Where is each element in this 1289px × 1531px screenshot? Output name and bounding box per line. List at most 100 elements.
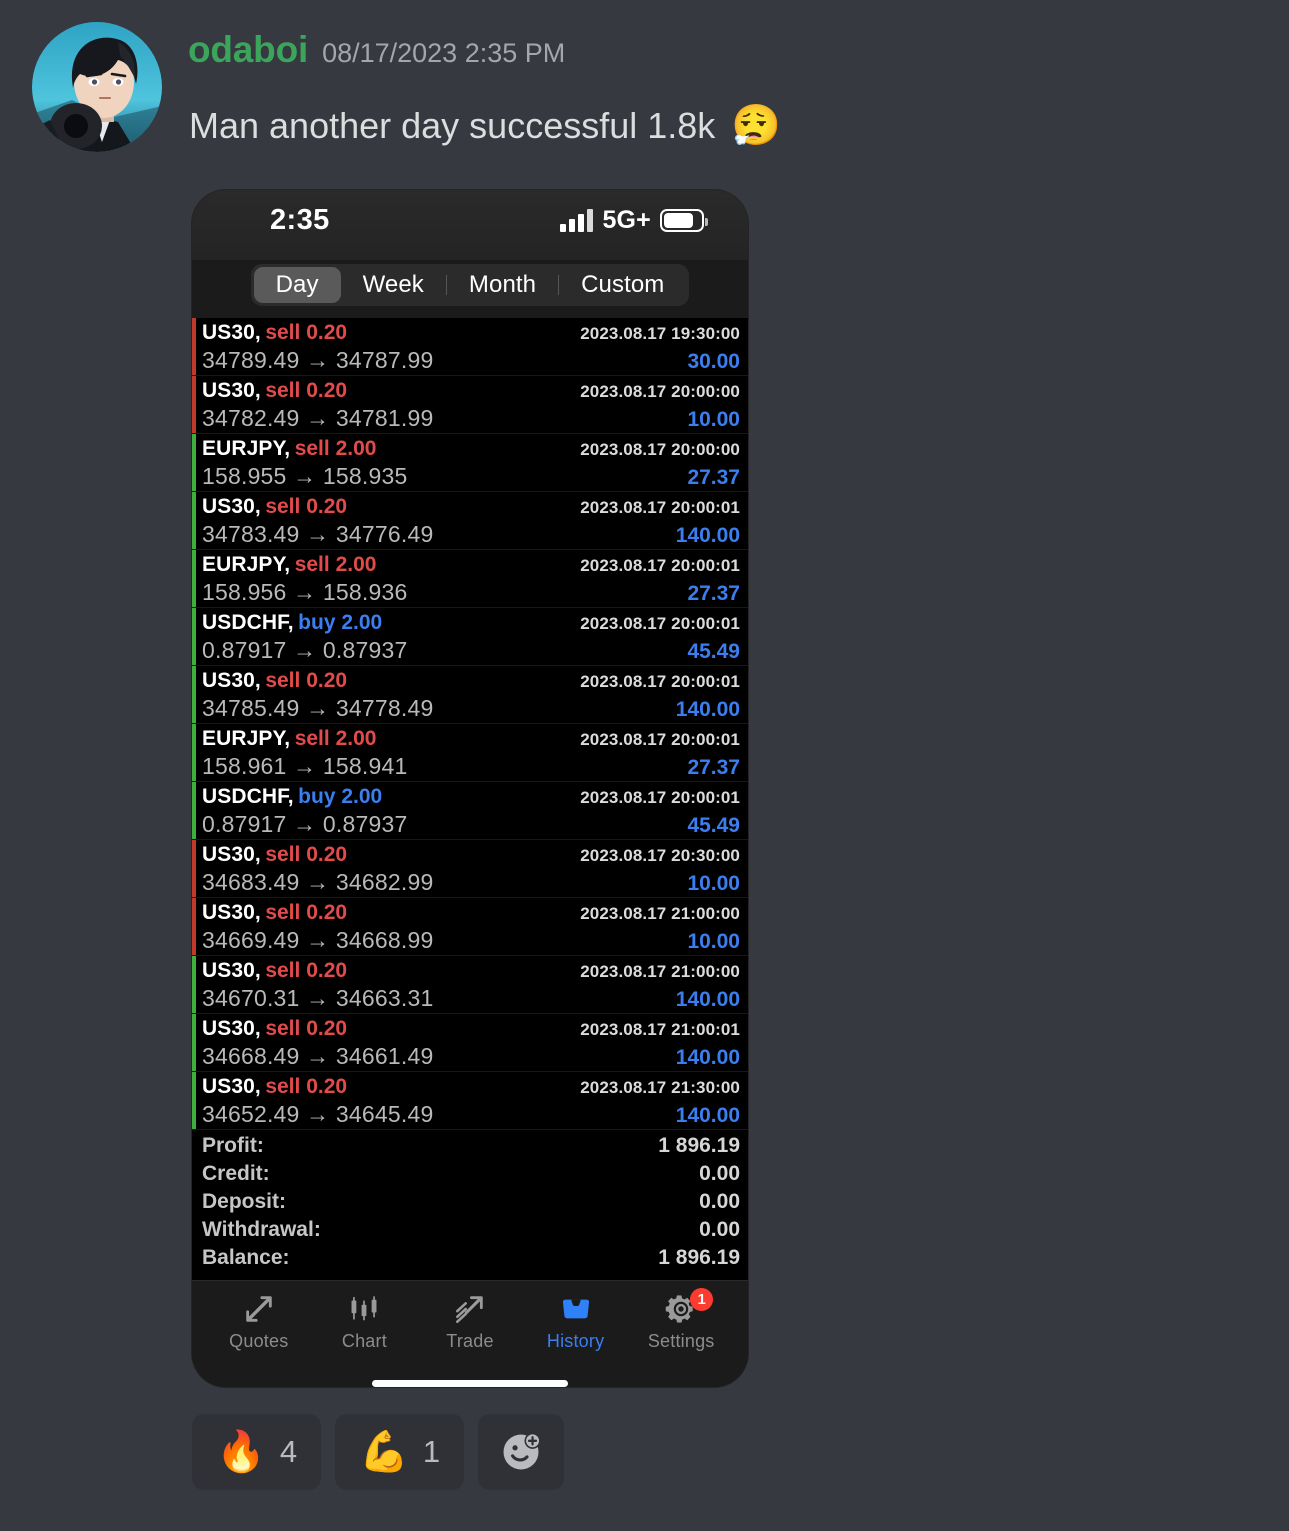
trade-action: buy 2.00	[298, 785, 383, 808]
trade-profit: 10.00	[687, 930, 740, 953]
summary-value: 1 896.19	[658, 1246, 740, 1269]
trade-row[interactable]: US30, sell 0.20 2023.08.17 21:00:00 34670.…	[192, 956, 748, 1014]
flexed-biceps-icon: 💪	[359, 1430, 409, 1474]
battery-icon	[660, 209, 708, 232]
trade-time: 2023.08.17 21:00:01	[580, 1020, 740, 1039]
tab-settings[interactable]: Settings 1	[635, 1287, 727, 1352]
home-indicator-area	[192, 1362, 748, 1387]
segment-month[interactable]: Month	[447, 267, 558, 303]
trade-profit: 140.00	[675, 1046, 740, 1069]
tab-history[interactable]: History	[530, 1292, 622, 1352]
trade-row[interactable]: US30, sell 0.20 2023.08.17 19:30:00 34789.…	[192, 318, 748, 376]
trade-action: sell 0.20	[265, 495, 348, 518]
face-exhaling-emoji: 😮‍💨	[731, 104, 782, 148]
trade-symbol: US30,	[202, 959, 261, 982]
trade-symbol: US30,	[202, 669, 261, 692]
trade-row[interactable]: US30, sell 0.20 2023.08.17 20:00:01 34783.…	[192, 492, 748, 550]
period-filter-bar: Day Week Month Custom	[192, 260, 748, 318]
trade-row[interactable]: US30, sell 0.20 2023.08.17 20:30:00 34683.…	[192, 840, 748, 898]
status-bar-indicators: 5G+	[560, 206, 708, 235]
trade-prices: 0.87917 → 0.87937	[202, 637, 408, 663]
username[interactable]: odaboi	[188, 28, 308, 72]
trade-row[interactable]: US30, sell 0.20 2023.08.17 21:00:01 34668.…	[192, 1014, 748, 1072]
trade-row[interactable]: EURJPY, sell 2.00 2023.08.17 20:00:01 158.…	[192, 550, 748, 608]
segmented-control[interactable]: Day Week Month Custom	[250, 264, 690, 306]
message-text-row: Man another day successful 1.8k 😮‍💨	[189, 98, 781, 154]
network-type-label: 5G+	[602, 206, 651, 234]
summary-row: Profit: 1 896.19	[202, 1134, 740, 1162]
reaction-fire[interactable]: 🔥 4	[192, 1414, 322, 1490]
trade-prices: 34789.49 → 34787.99	[202, 347, 434, 373]
summary-label: Deposit:	[202, 1190, 286, 1213]
trade-prices: 34783.49 → 34776.49	[202, 521, 434, 547]
trade-action: sell 0.20	[265, 959, 348, 982]
tab-label: Quotes	[229, 1330, 289, 1351]
tab-trade[interactable]: Trade	[424, 1292, 516, 1352]
trade-profit: 27.37	[687, 466, 740, 489]
reaction-flexed-biceps[interactable]: 💪 1	[335, 1414, 465, 1490]
trade-symbol: US30,	[202, 1017, 261, 1040]
trade-row[interactable]: US30, sell 0.20 2023.08.17 21:00:00 34669.…	[192, 898, 748, 956]
trade-row[interactable]: US30, sell 0.20 2023.08.17 20:00:00 34782.…	[192, 376, 748, 434]
trend-arrow-icon	[453, 1292, 487, 1326]
trade-time: 2023.08.17 20:00:01	[580, 672, 740, 691]
trade-time: 2023.08.17 20:00:01	[580, 498, 740, 517]
avatar[interactable]	[32, 22, 162, 152]
notification-badge: 1	[690, 1287, 714, 1311]
trade-row[interactable]: EURJPY, sell 2.00 2023.08.17 20:00:00 158.…	[192, 434, 748, 492]
trade-profit: 10.00	[687, 872, 740, 895]
summary-row: Balance: 1 896.19	[202, 1246, 740, 1274]
summary-value: 0.00	[699, 1218, 740, 1241]
summary-row: Withdrawal: 0.00	[202, 1218, 740, 1246]
tab-chart[interactable]: Chart	[318, 1292, 410, 1352]
trade-symbol: USDCHF,	[202, 611, 294, 634]
trade-symbol: USDCHF,	[202, 785, 294, 808]
trade-prices: 158.955 → 158.935	[202, 463, 408, 489]
tab-label: Settings	[647, 1330, 715, 1351]
bottom-tab-bar[interactable]: Quotes Chart Trade History Settings 1	[192, 1280, 748, 1362]
tab-label: History	[546, 1330, 605, 1351]
trade-action: sell 2.00	[294, 437, 377, 460]
trade-prices: 34668.49 → 34661.49	[202, 1043, 434, 1069]
trade-prices: 34669.49 → 34668.99	[202, 927, 434, 953]
trade-time: 2023.08.17 20:00:01	[580, 614, 740, 633]
segment-custom[interactable]: Custom	[559, 267, 686, 303]
trade-time: 2023.08.17 20:00:01	[580, 788, 740, 807]
message-text: Man another day successful 1.8k	[189, 105, 716, 146]
segment-day[interactable]: Day	[253, 267, 341, 303]
summary-row: Deposit: 0.00	[202, 1190, 740, 1218]
segment-week[interactable]: Week	[341, 267, 446, 303]
message-timestamp: 08/17/2023 2:35 PM	[322, 38, 566, 68]
trade-row[interactable]: US30, sell 0.20 2023.08.17 20:00:01 34785.…	[192, 666, 748, 724]
trade-action: sell 0.20	[265, 843, 348, 866]
trade-profit: 27.37	[687, 756, 740, 779]
trade-action: sell 2.00	[294, 727, 377, 750]
trade-prices: 158.961 → 158.941	[202, 753, 408, 779]
tab-quotes[interactable]: Quotes	[213, 1292, 305, 1352]
trade-action: sell 2.00	[294, 553, 377, 576]
summary-value: 0.00	[699, 1190, 740, 1213]
trade-time: 2023.08.17 21:00:00	[580, 904, 740, 923]
trade-row[interactable]: EURJPY, sell 2.00 2023.08.17 20:00:01 158.…	[192, 724, 748, 782]
phone-screenshot-attachment[interactable]: 2:35 5G+ Day Week Month Custom US30, sel…	[192, 190, 748, 1387]
trade-row[interactable]: USDCHF, buy 2.00 2023.08.17 20:00:01 0.879…	[192, 608, 748, 666]
trade-profit: 140.00	[675, 1104, 740, 1127]
trade-symbol: US30,	[202, 1075, 261, 1098]
tab-label: Trade	[446, 1330, 494, 1351]
trade-profit: 140.00	[675, 524, 740, 547]
inbox-icon	[559, 1292, 593, 1326]
trade-prices: 0.87917 → 0.87937	[202, 811, 408, 837]
trade-time: 2023.08.17 20:00:01	[580, 730, 740, 749]
summary-value: 0.00	[699, 1162, 740, 1185]
message-reactions[interactable]: 🔥 4 💪 1	[192, 1414, 565, 1490]
trade-row[interactable]: USDCHF, buy 2.00 2023.08.17 20:00:01 0.879…	[192, 782, 748, 840]
trade-profit: 45.49	[687, 814, 740, 837]
trade-row[interactable]: US30, sell 0.20 2023.08.17 21:30:00 34652.…	[192, 1072, 748, 1130]
trade-symbol: EURJPY,	[202, 437, 291, 460]
trade-action: sell 0.20	[265, 379, 348, 402]
reaction-count: 1	[422, 1434, 441, 1469]
add-reaction-button[interactable]	[478, 1414, 565, 1490]
trade-history-list[interactable]: US30, sell 0.20 2023.08.17 19:30:00 34789.…	[192, 318, 748, 1130]
trade-prices: 158.956 → 158.936	[202, 579, 408, 605]
fire-icon: 🔥	[216, 1430, 266, 1474]
